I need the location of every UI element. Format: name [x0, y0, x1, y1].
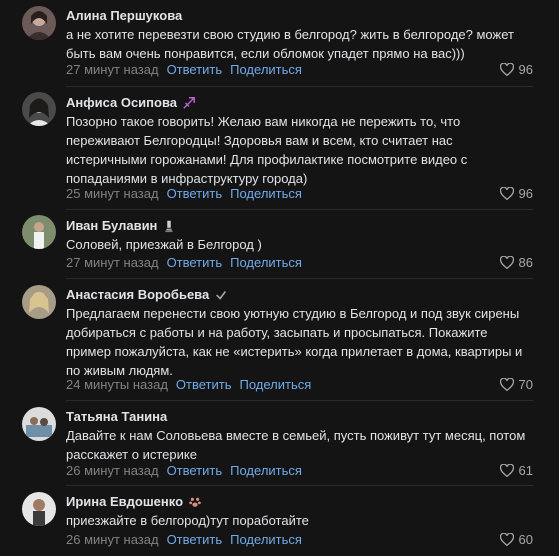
- heart-icon: [499, 187, 514, 200]
- comment-timestamp: 26 минут назад: [66, 463, 159, 478]
- paw-icon: [188, 495, 202, 509]
- like-button[interactable]: 86: [499, 255, 533, 270]
- comment-meta: 27 минут назад Ответить Поделиться: [66, 255, 302, 270]
- share-button[interactable]: Поделиться: [230, 186, 302, 201]
- sagittarius-icon: [182, 96, 196, 110]
- like-button[interactable]: 60: [499, 532, 533, 547]
- like-button[interactable]: 96: [499, 186, 533, 201]
- divider: [66, 400, 533, 401]
- author-name[interactable]: Анфиса Осипова: [66, 95, 196, 110]
- heart-icon: [499, 464, 514, 477]
- comment-text: а не хотите перевезти свою студию в белг…: [66, 27, 514, 61]
- comment-text: Предлагаем перенести свою уютную студию …: [66, 306, 523, 378]
- author-name[interactable]: Анастасия Воробьева: [66, 287, 228, 302]
- avatar[interactable]: [22, 92, 56, 126]
- share-button[interactable]: Поделиться: [230, 255, 302, 270]
- trophy-icon: [162, 219, 176, 233]
- comment-text: Соловей, приезжай в Белгород ): [66, 237, 262, 252]
- reply-button[interactable]: Ответить: [167, 463, 223, 478]
- comment-timestamp: 27 минут назад: [66, 255, 159, 270]
- share-button[interactable]: Поделиться: [239, 377, 311, 392]
- avatar[interactable]: [22, 215, 56, 249]
- share-button[interactable]: Поделиться: [230, 463, 302, 478]
- avatar[interactable]: [22, 407, 56, 441]
- heart-icon: [499, 378, 514, 391]
- author-name[interactable]: Иван Булавин: [66, 218, 176, 233]
- comment-meta: 27 минут назад Ответить Поделиться: [66, 62, 302, 77]
- reply-button[interactable]: Ответить: [167, 532, 223, 547]
- comment-meta: 26 минут назад Ответить Поделиться: [66, 463, 302, 478]
- heart-icon: [499, 63, 514, 76]
- comment-meta: 25 минут назад Ответить Поделиться: [66, 186, 302, 201]
- like-count: 60: [518, 532, 533, 547]
- like-button[interactable]: 96: [499, 62, 533, 77]
- like-count: 96: [518, 186, 533, 201]
- comment-meta: 24 минуты назад Ответить Поделиться: [66, 377, 311, 392]
- comment-timestamp: 26 минут назад: [66, 532, 159, 547]
- like-count: 61: [518, 463, 533, 478]
- comment-text: Позорно такое говорить! Желаю вам никогд…: [66, 114, 468, 186]
- heart-icon: [499, 256, 514, 269]
- like-count: 70: [518, 377, 533, 392]
- avatar[interactable]: [22, 492, 56, 526]
- comment-text: Давайте к нам Соловьева вместе в семьей,…: [66, 428, 526, 462]
- like-button[interactable]: 61: [499, 463, 533, 478]
- divider: [66, 86, 533, 87]
- avatar[interactable]: [22, 285, 56, 319]
- comment-text: приезжайте в белгород)тут поработайте: [66, 513, 309, 528]
- comments-feed: Алина Першукова а не хотите перевезти св…: [0, 0, 559, 556]
- divider: [66, 485, 533, 486]
- reply-button[interactable]: Ответить: [167, 255, 223, 270]
- author-name[interactable]: Ирина Евдошенко: [66, 494, 202, 509]
- reply-button[interactable]: Ответить: [167, 186, 223, 201]
- heart-icon: [499, 533, 514, 546]
- share-button[interactable]: Поделиться: [230, 532, 302, 547]
- avatar[interactable]: [22, 6, 56, 40]
- share-button[interactable]: Поделиться: [230, 62, 302, 77]
- verified-check-icon: [214, 288, 228, 302]
- comment-timestamp: 25 минут назад: [66, 186, 159, 201]
- divider: [66, 278, 533, 279]
- reply-button[interactable]: Ответить: [167, 62, 223, 77]
- author-name[interactable]: Алина Першукова: [66, 8, 182, 23]
- like-button[interactable]: 70: [499, 377, 533, 392]
- author-name[interactable]: Татьяна Танина: [66, 409, 167, 424]
- comment-meta: 26 минут назад Ответить Поделиться: [66, 532, 302, 547]
- comment-timestamp: 27 минут назад: [66, 62, 159, 77]
- like-count: 86: [518, 255, 533, 270]
- like-count: 96: [518, 62, 533, 77]
- comment-timestamp: 24 минуты назад: [66, 377, 168, 392]
- divider: [66, 209, 533, 210]
- reply-button[interactable]: Ответить: [176, 377, 232, 392]
